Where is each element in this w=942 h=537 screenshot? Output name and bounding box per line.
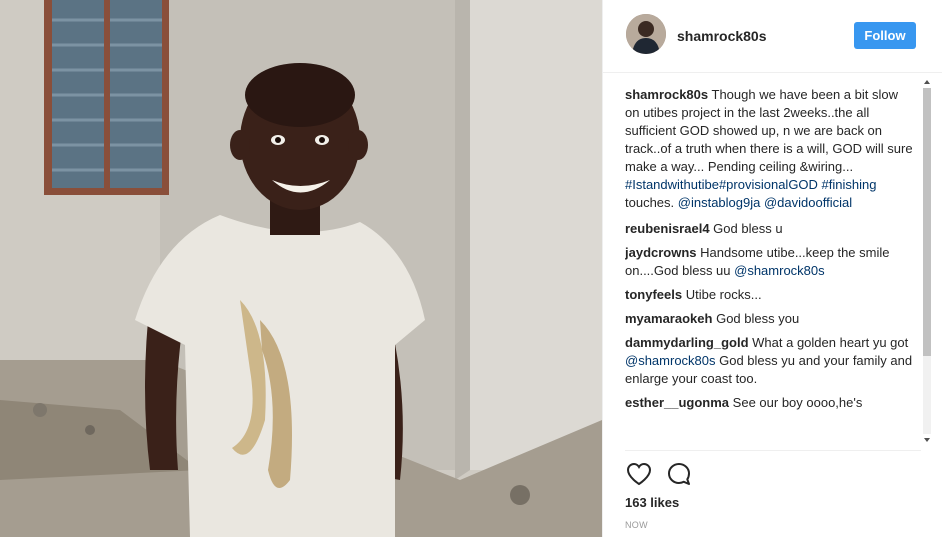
comment-icon[interactable] (665, 460, 693, 488)
post-username[interactable]: shamrock80s (677, 28, 767, 44)
photo-illustration (0, 0, 602, 537)
comments-list: shamrock80s Though we have been a bit sl… (625, 86, 915, 449)
follow-button[interactable]: Follow (854, 22, 916, 49)
scroll-down-arrow-icon[interactable] (921, 434, 933, 446)
heart-icon[interactable] (625, 460, 653, 488)
post-sidebar: shamrock80s Follow shamrock80s Though we… (602, 0, 942, 537)
caption-username[interactable]: shamrock80s (625, 87, 708, 102)
post-photo[interactable] (0, 0, 602, 537)
comment-username[interactable]: dammydarling_gold (625, 335, 749, 350)
comment-mention[interactable]: @shamrock80s (625, 353, 716, 368)
caption-hashtags[interactable]: #Istandwithutibe#provisionalGOD #finishi… (625, 177, 876, 192)
caption-mention-instablog[interactable]: @instablog9ja (678, 195, 761, 210)
comment-text: God bless you (716, 311, 800, 326)
comment-username[interactable]: jaydcrowns (625, 245, 697, 260)
comment-text: See our boy oooo,he's (732, 395, 863, 410)
post-header: shamrock80s Follow (603, 0, 942, 73)
comment-mention[interactable]: @shamrock80s (734, 263, 825, 278)
list-item: tonyfeels Utibe rocks... (625, 286, 915, 304)
scrollbar-thumb[interactable] (923, 88, 931, 356)
caption-text-tail: touches. (625, 195, 678, 210)
list-item: myamaraokeh God bless you (625, 310, 915, 328)
post-timestamp[interactable]: NOW (625, 520, 648, 530)
comments-scrollbar[interactable] (921, 76, 933, 448)
avatar[interactable] (626, 14, 666, 54)
scroll-up-arrow-icon[interactable] (921, 76, 933, 88)
comment-text: God bless u (713, 221, 783, 236)
comment-text: What a golden heart yu got (752, 335, 909, 350)
list-item: dammydarling_gold What a golden heart yu… (625, 334, 915, 388)
post-caption: shamrock80s Though we have been a bit sl… (625, 86, 915, 212)
list-item: reubenisrael4 God bless u (625, 220, 915, 238)
comment-username[interactable]: myamaraokeh (625, 311, 712, 326)
comment-username[interactable]: reubenisrael4 (625, 221, 710, 236)
likes-count[interactable]: 163 likes (625, 495, 679, 510)
list-item: jaydcrowns Handsome utibe...keep the smi… (625, 244, 915, 280)
comment-username[interactable]: esther__ugonma (625, 395, 729, 410)
caption-mention-davido[interactable]: @davidoofficial (764, 195, 852, 210)
avatar-image (626, 14, 666, 54)
comment-username[interactable]: tonyfeels (625, 287, 682, 302)
divider (625, 450, 921, 451)
list-item: esther__ugonma See our boy oooo,he's (625, 394, 915, 412)
comment-text: Utibe rocks... (685, 287, 762, 302)
